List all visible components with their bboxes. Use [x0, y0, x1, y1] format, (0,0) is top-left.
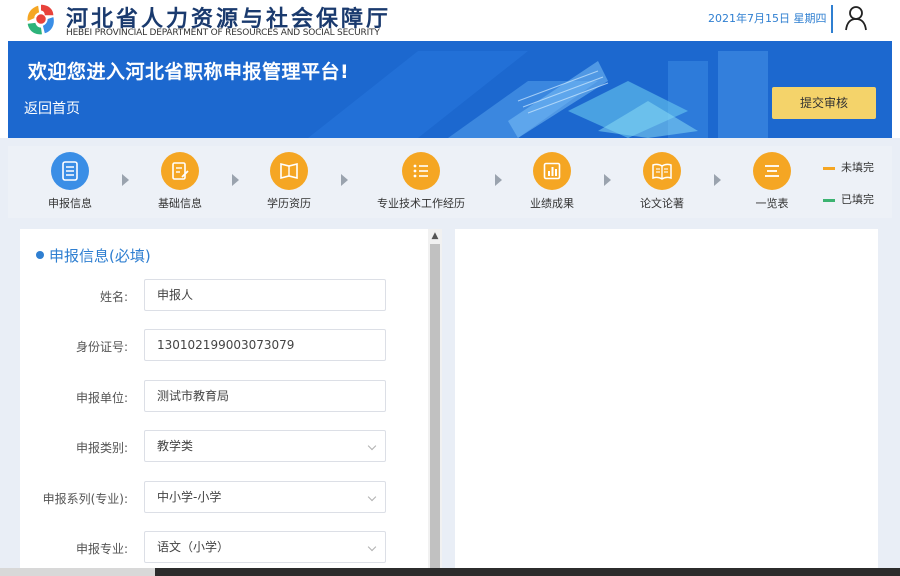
step-label: 申报信息: [48, 197, 92, 210]
step-arrow: [604, 174, 611, 186]
chevron-down-icon: [367, 542, 377, 552]
submit-review-button[interactable]: 提交审核: [772, 87, 876, 119]
form-row-category: 申报类别: 教学类: [20, 430, 428, 464]
step-papers[interactable]: 论文论著: [612, 152, 712, 211]
select-value: 中小学-小学: [157, 490, 222, 504]
select-value: 语文（小学）: [157, 540, 230, 554]
step-arrow: [341, 174, 348, 186]
header-divider: [831, 5, 833, 33]
apply-major-select[interactable]: 语文（小学）: [144, 531, 386, 563]
legend-filled-label: 已填完: [841, 193, 874, 206]
preview-panel: [455, 229, 878, 576]
banner-title: 欢迎您进入河北省职称申报管理平台!: [28, 61, 350, 83]
step-label: 一览表: [755, 197, 789, 210]
system-taskbar: [155, 568, 900, 576]
welcome-banner: 欢迎您进入河北省职称申报管理平台! 返回首页 提交审核: [8, 41, 892, 138]
step-work-experience[interactable]: 专业技术工作经历: [371, 152, 471, 211]
form-row-id-number: 身份证号: 130102199003073079: [20, 329, 428, 363]
step-label: 学历资历: [267, 197, 311, 210]
step-education[interactable]: 学历资历: [239, 152, 339, 211]
scrollbar-thumb[interactable]: [430, 244, 440, 576]
section-title: 申报信息(必填): [36, 245, 151, 266]
open-book-icon: [643, 152, 681, 190]
step-arrow: [495, 174, 502, 186]
current-date: 2021年7月15日 星期四: [708, 12, 827, 25]
book-icon: [270, 152, 308, 190]
form-row-series: 申报系列(专业): 中小学-小学: [20, 481, 428, 515]
select-value: 教学类: [157, 439, 194, 453]
chevron-down-icon: [367, 441, 377, 451]
user-icon[interactable]: [844, 5, 868, 31]
step-label: 基础信息: [158, 197, 202, 210]
step-label: 业绩成果: [530, 197, 574, 210]
field-label: 申报专业:: [75, 542, 128, 556]
form-row-unit: 申报单位: 测试市教育局: [20, 380, 428, 414]
name-field[interactable]: 申报人: [144, 279, 386, 311]
legend-unfilled-swatch: [823, 166, 835, 170]
step-arrow: [122, 174, 129, 186]
step-arrow: [232, 174, 239, 186]
org-name-en: HEBEI PROVINCIAL DEPARTMENT OF RESOURCES…: [66, 28, 380, 38]
scroll-up-arrow-icon[interactable]: ▲: [428, 229, 442, 243]
apply-series-select[interactable]: 中小学-小学: [144, 481, 386, 513]
chevron-down-icon: [367, 492, 377, 502]
field-label: 身份证号:: [75, 340, 128, 354]
legend-filled-swatch: [823, 198, 835, 202]
field-label: 申报单位:: [75, 391, 128, 405]
step-summary-table[interactable]: 一览表: [722, 152, 822, 211]
form-row-name: 姓名: 申报人: [20, 279, 428, 313]
legend-unfilled: 未填完: [823, 159, 874, 175]
field-label: 申报类别:: [75, 441, 128, 455]
ministry-logo-icon: [27, 4, 54, 35]
legend-unfilled-label: 未填完: [841, 161, 874, 174]
step-label: 专业技术工作经历: [377, 197, 465, 210]
id-number-field[interactable]: 130102199003073079: [144, 329, 386, 361]
top-header: 河北省人力资源与社会保障厅 HEBEI PROVINCIAL DEPARTMEN…: [0, 0, 900, 40]
step-achievements[interactable]: 业绩成果: [502, 152, 602, 211]
taskbar-left: [0, 568, 155, 576]
back-home-link[interactable]: 返回首页: [24, 98, 80, 118]
apply-unit-field[interactable]: 测试市教育局: [144, 380, 386, 412]
menu-icon: [753, 152, 791, 190]
step-basic-info[interactable]: 基础信息: [130, 152, 230, 211]
bullet-dot-icon: [36, 250, 44, 259]
apply-info-form-panel: 申报信息(必填) 姓名: 申报人 身份证号: 13010219900307307…: [20, 229, 428, 576]
edit-document-icon: [161, 152, 199, 190]
field-label: 姓名:: [99, 290, 128, 304]
field-label: 申报系列(专业):: [42, 492, 128, 506]
document-list-icon: [51, 152, 89, 190]
step-apply-info[interactable]: 申报信息: [20, 152, 120, 211]
legend-filled: 已填完: [823, 191, 874, 207]
form-row-major: 申报专业: 语文（小学）: [20, 531, 428, 565]
chart-icon: [533, 152, 571, 190]
section-title-text: 申报信息(必填): [49, 247, 151, 265]
step-label: 论文论著: [640, 197, 684, 210]
list-icon: [402, 152, 440, 190]
step-navigation: 申报信息 基础信息 学历资历 专业技术工作经历 业绩成果 论文论著 一览表 未填…: [8, 146, 892, 218]
apply-category-select[interactable]: 教学类: [144, 430, 386, 462]
step-arrow: [714, 174, 721, 186]
